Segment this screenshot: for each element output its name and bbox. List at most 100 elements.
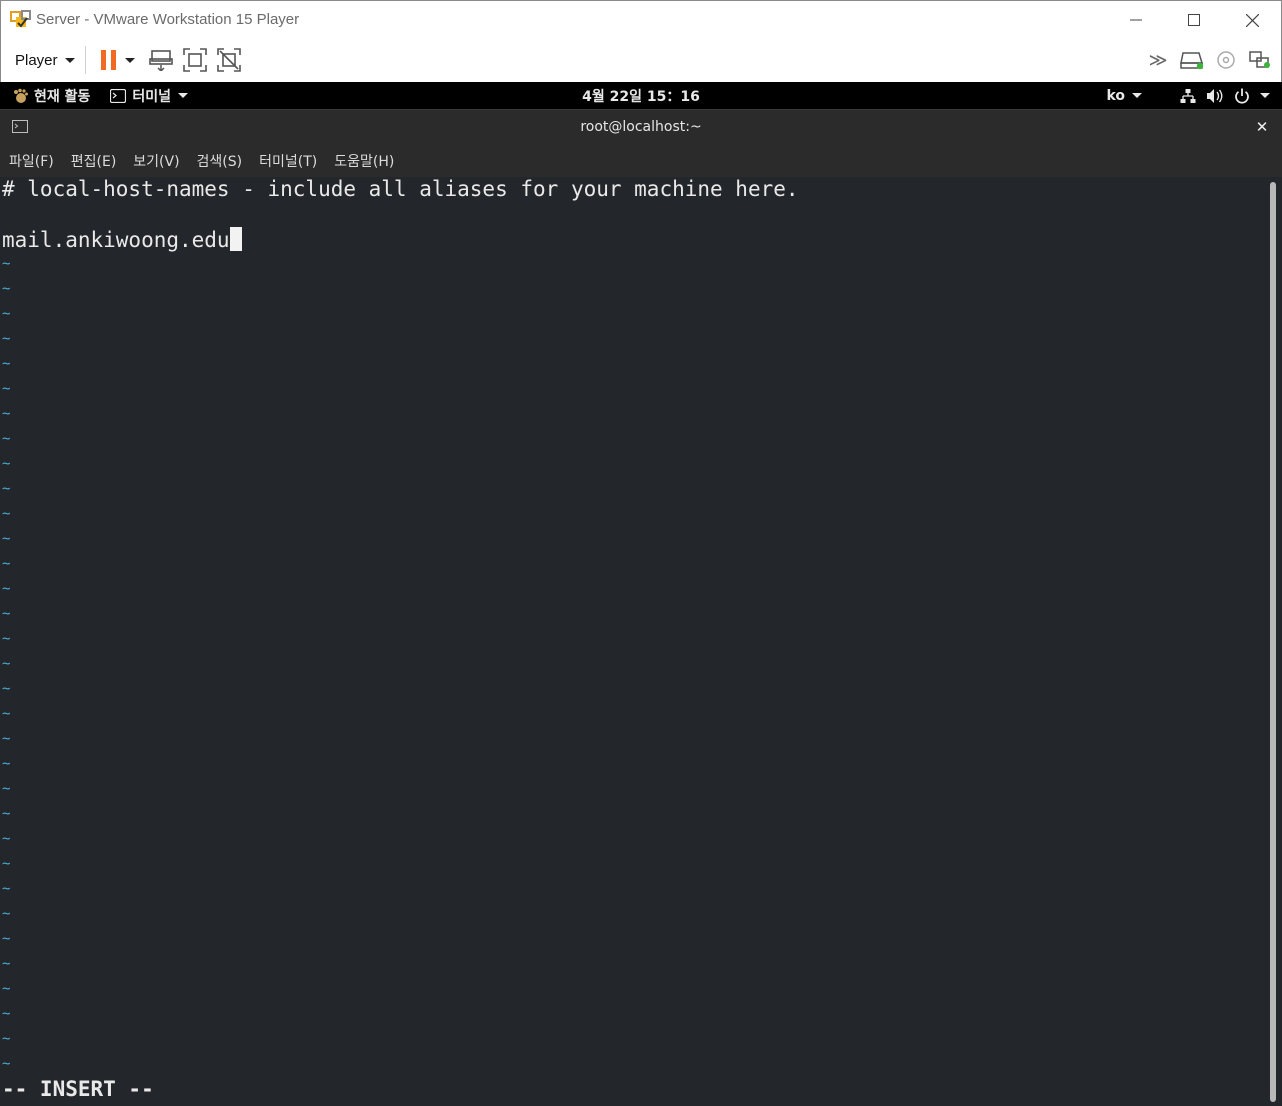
activities-label: 현재 활동 xyxy=(34,88,91,105)
vim-tilde-marker: ~ xyxy=(2,306,11,322)
gnome-top-bar: 현재 활동 터미널 4월 22일 15：16 ko xyxy=(0,82,1282,109)
vim-tilde-marker: ~ xyxy=(2,1056,11,1072)
app-menu-button[interactable]: 터미널 xyxy=(110,86,189,106)
network-adapter-icon xyxy=(1249,51,1270,68)
vim-tilde-marker: ~ xyxy=(2,256,11,272)
vim-tilde-marker: ~ xyxy=(2,806,11,822)
window-title: Server - VMware Workstation 15 Player xyxy=(36,11,300,28)
player-menu-label: Player xyxy=(15,51,58,69)
terminal-title: root@localhost:~ xyxy=(580,119,702,135)
system-menu[interactable] xyxy=(1180,88,1270,104)
vim-line-3: mail.ankiwoong.edu xyxy=(2,227,242,253)
toolbar-divider xyxy=(84,46,86,74)
power-dropdown-button[interactable] xyxy=(122,43,138,77)
pause-button[interactable] xyxy=(96,43,122,77)
vim-tilde-marker: ~ xyxy=(2,506,11,522)
vim-tilde-marker: ~ xyxy=(2,431,11,447)
terminal-app-icon xyxy=(110,88,127,103)
minimize-button[interactable] xyxy=(1107,1,1165,39)
vmware-logo-icon xyxy=(10,9,32,31)
menu-edit[interactable]: 편집(E) xyxy=(71,151,117,171)
vim-tilde-marker: ~ xyxy=(2,481,11,497)
guest-display[interactable]: 현재 활동 터미널 4월 22일 15：16 ko root@localhost… xyxy=(0,82,1282,1106)
menu-search[interactable]: 검색(S) xyxy=(197,151,243,171)
vim-tilde-marker: ~ xyxy=(2,731,11,747)
vim-line-1: # local-host-names - include all aliases… xyxy=(2,177,799,201)
menu-file[interactable]: 파일(F) xyxy=(9,151,54,171)
vim-mode-indicator: -- INSERT -- xyxy=(2,1077,154,1101)
network-wired-icon xyxy=(1180,88,1196,103)
vmware-toolbar: Player ≫ xyxy=(0,38,1282,82)
pause-icon xyxy=(100,50,116,70)
fullscreen-icon xyxy=(182,48,207,72)
menu-terminal[interactable]: 터미널(T) xyxy=(259,151,317,171)
vim-tilde-marker: ~ xyxy=(2,281,11,297)
terminal-scrollbar[interactable] xyxy=(1270,182,1276,1102)
vim-tilde-marker: ~ xyxy=(2,931,11,947)
vim-tilde-marker: ~ xyxy=(2,706,11,722)
player-menu[interactable]: Player xyxy=(15,52,75,69)
vim-line-3-text: mail.ankiwoong.edu xyxy=(2,228,230,252)
power-icon xyxy=(1235,88,1249,103)
maximize-icon xyxy=(1188,14,1200,26)
unity-icon xyxy=(216,48,241,72)
vim-tilde-marker: ~ xyxy=(2,406,11,422)
close-button[interactable] xyxy=(1223,1,1281,39)
double-chevron-right-icon: ≫ xyxy=(1148,49,1168,71)
text-cursor xyxy=(229,227,242,251)
unity-button[interactable] xyxy=(212,43,246,77)
cd-icon xyxy=(1217,51,1235,69)
input-language-label: ko xyxy=(1106,87,1125,104)
maximize-button[interactable] xyxy=(1165,1,1223,39)
hard-disk-device-button[interactable] xyxy=(1177,43,1207,77)
vim-tilde-marker: ~ xyxy=(2,606,11,622)
vim-tilde-marker: ~ xyxy=(2,956,11,972)
vim-tilde-marker: ~ xyxy=(2,906,11,922)
network-adapter-device-button[interactable] xyxy=(1245,43,1275,77)
send-ctrl-alt-del-button[interactable] xyxy=(144,43,178,77)
vim-tilde-marker: ~ xyxy=(2,1031,11,1047)
close-icon xyxy=(1245,13,1259,27)
clock[interactable]: 4월 22일 15：16 xyxy=(0,86,1282,106)
hard-disk-icon xyxy=(1180,52,1204,70)
close-icon: ✕ xyxy=(1255,118,1269,136)
vim-tilde-marker: ~ xyxy=(2,581,11,597)
chevron-down-icon xyxy=(1260,93,1270,98)
menu-view[interactable]: 보기(V) xyxy=(133,151,179,171)
vim-tilde-marker: ~ xyxy=(2,331,11,347)
vim-tilde-marker: ~ xyxy=(2,656,11,672)
vim-tilde-marker: ~ xyxy=(2,881,11,897)
chevron-down-icon xyxy=(178,93,189,98)
vim-tilde-marker: ~ xyxy=(2,381,11,397)
app-menu-label: 터미널 xyxy=(132,88,172,105)
terminal-content[interactable]: # local-host-names - include all aliases… xyxy=(0,177,1282,1106)
volume-icon xyxy=(1207,88,1223,103)
vim-tilde-marker: ~ xyxy=(2,781,11,797)
full-screen-button[interactable] xyxy=(178,43,212,77)
chevron-down-icon xyxy=(124,57,135,63)
vim-tilde-marker: ~ xyxy=(2,531,11,547)
terminal-window-icon xyxy=(12,120,28,138)
terminal-headerbar: root@localhost:~ ✕ xyxy=(0,109,1282,144)
ctrl-alt-del-icon xyxy=(148,50,173,71)
vim-tilde-marker: ~ xyxy=(2,756,11,772)
cd-dvd-device-button[interactable] xyxy=(1211,43,1241,77)
window-titlebar: Server - VMware Workstation 15 Player xyxy=(0,0,1282,38)
chevron-down-icon xyxy=(64,57,75,63)
terminal-menubar: 파일(F) 편집(E) 보기(V) 검색(S) 터미널(T) 도움말(H) xyxy=(0,144,1282,177)
vim-tilde-marker: ~ xyxy=(2,856,11,872)
input-language-selector[interactable]: ko xyxy=(1106,88,1142,104)
vim-tilde-marker: ~ xyxy=(2,981,11,997)
vim-tilde-marker: ~ xyxy=(2,681,11,697)
vim-tilde-marker: ~ xyxy=(2,1006,11,1022)
terminal-close-button[interactable]: ✕ xyxy=(1252,117,1272,137)
more-devices-button[interactable]: ≫ xyxy=(1143,43,1173,77)
vim-tilde-marker: ~ xyxy=(2,556,11,572)
gnome-foot-icon xyxy=(14,88,28,103)
vim-tilde-marker: ~ xyxy=(2,356,11,372)
minimize-icon xyxy=(1130,19,1142,21)
vim-tilde-marker: ~ xyxy=(2,831,11,847)
activities-button[interactable]: 현재 활동 xyxy=(12,86,90,106)
vim-tilde-marker: ~ xyxy=(2,456,11,472)
menu-help[interactable]: 도움말(H) xyxy=(334,151,394,171)
